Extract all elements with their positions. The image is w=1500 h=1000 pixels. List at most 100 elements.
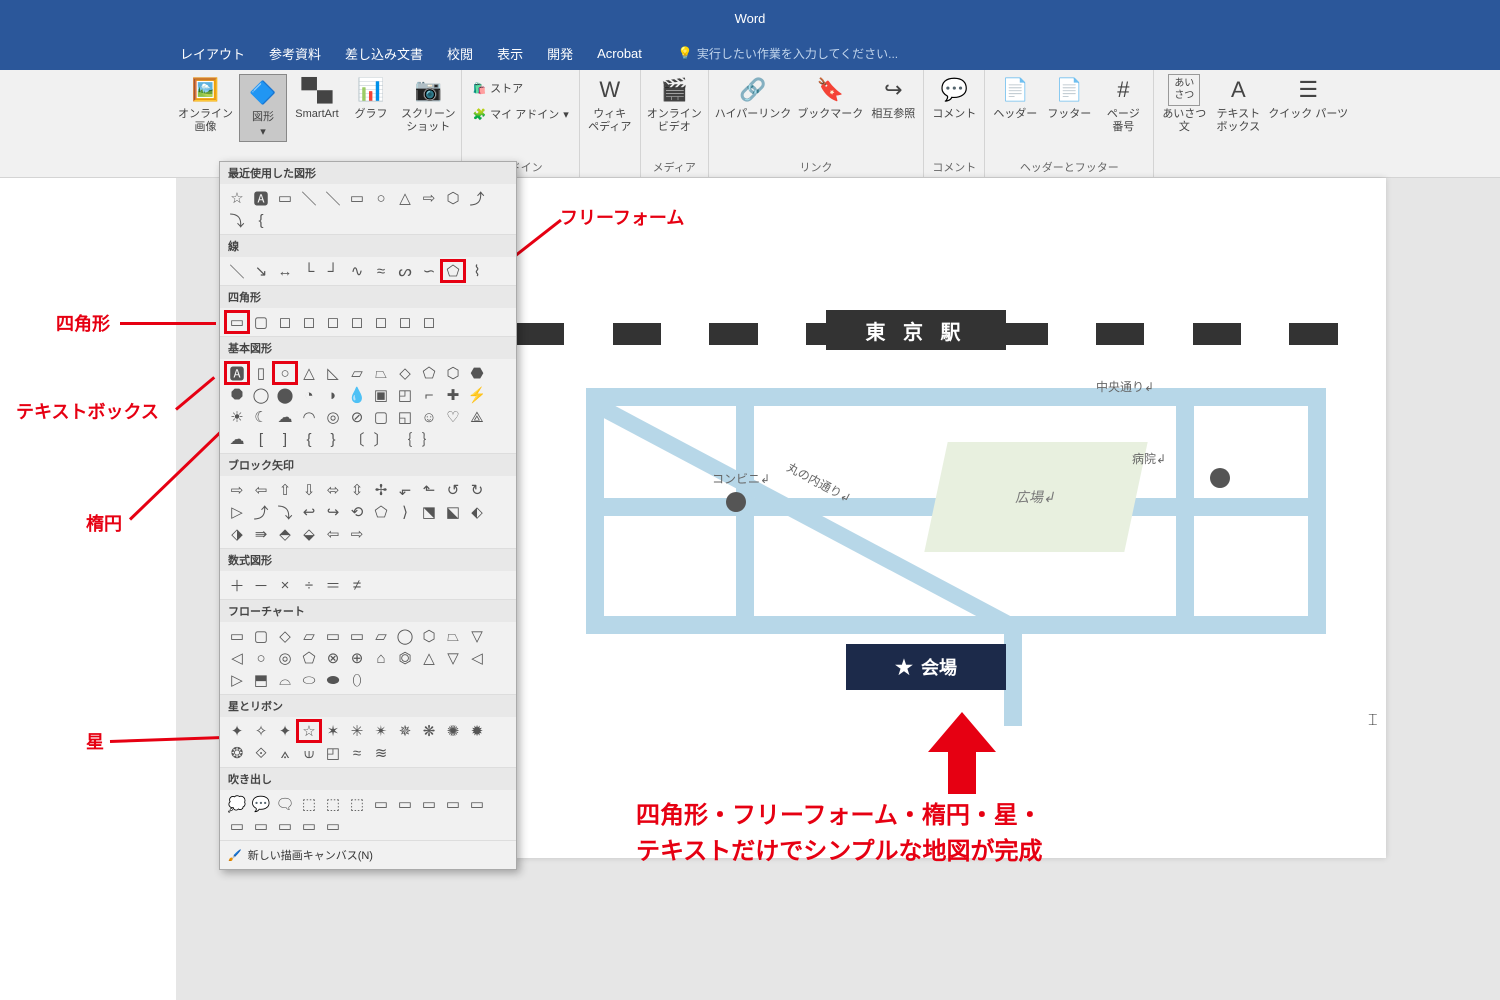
shape-lshape[interactable]: ⌐	[418, 385, 440, 405]
shape-burst[interactable]: ✧	[250, 721, 272, 741]
shape-fc[interactable]: ▱	[298, 626, 320, 646]
shape-burst[interactable]: ✦	[226, 721, 248, 741]
shape-arrow-l[interactable]: ⇦	[250, 480, 272, 500]
shape-arrow-callout[interactable]: ⬔	[418, 502, 440, 522]
shape-callout[interactable]: ▭	[226, 816, 248, 836]
shape-arrow[interactable]: ⟲	[346, 502, 368, 522]
shape-star5[interactable]: ☆	[298, 721, 320, 741]
shape-arrow-callout[interactable]: ⬗	[226, 524, 248, 544]
chart-button[interactable]: 📊グラフ	[347, 74, 395, 121]
shape-frame[interactable]: ▣	[370, 385, 392, 405]
shape-curve[interactable]: ≈	[370, 261, 392, 281]
shape-fc[interactable]: ⌂	[370, 648, 392, 668]
tab-references[interactable]: 参考資料	[269, 44, 321, 63]
shape-arrow-ud[interactable]: ⇳	[346, 480, 368, 500]
shape-fc[interactable]: ⊕	[346, 648, 368, 668]
shape-textbox[interactable]: 🅰	[226, 363, 248, 383]
smartart-button[interactable]: ▀▄SmartArt	[293, 74, 341, 121]
screenshot-button[interactable]: 📷スクリーン ショット	[401, 74, 455, 134]
shape-arrow[interactable]: ⇦	[322, 524, 344, 544]
shape-plus[interactable]: ＋	[226, 575, 248, 595]
shape-bracket[interactable]: 〔	[346, 429, 368, 449]
shape-bracket[interactable]: [	[250, 429, 272, 449]
shape-wave[interactable]: ≈	[346, 743, 368, 763]
shape-tear[interactable]: 💧	[346, 385, 368, 405]
shape-fc[interactable]: ◁	[466, 648, 488, 668]
shape-ribbon[interactable]: ⟑	[274, 743, 296, 763]
shape-fc[interactable]: ▽	[466, 626, 488, 646]
online-image-button[interactable]: 🖼️オンライン 画像	[178, 74, 233, 134]
shape-fc[interactable]: ▭	[346, 626, 368, 646]
shape-fc[interactable]: ⏥	[370, 626, 392, 646]
shape-arrow-chev[interactable]: ⟩	[394, 502, 416, 522]
shape-diamond[interactable]: ◇	[394, 363, 416, 383]
shape-roundrect[interactable]: ▢	[250, 312, 272, 332]
shape-callout[interactable]: ▭	[298, 816, 320, 836]
shape-callout[interactable]: ▭	[442, 794, 464, 814]
shape-arrow-bent[interactable]: ⬑	[418, 480, 440, 500]
shape-fc[interactable]: ◎	[274, 648, 296, 668]
shape-connector[interactable]: ⤵	[226, 210, 248, 230]
shape-sniprect[interactable]: ◻	[322, 312, 344, 332]
shape-fc[interactable]: ⬡	[418, 626, 440, 646]
shape-fc[interactable]: ⬠	[298, 648, 320, 668]
shape-moon[interactable]: ☾	[250, 407, 272, 427]
shape-hex[interactable]: ⬡	[442, 363, 464, 383]
shape-elbow[interactable]: ┘	[322, 261, 344, 281]
pagenum-button[interactable]: #ページ 番号	[1099, 74, 1147, 134]
shape-donut[interactable]: ◎	[322, 407, 344, 427]
shape-arc[interactable]: ◠	[298, 407, 320, 427]
shape-fc[interactable]: ▭	[226, 626, 248, 646]
shape-callout[interactable]: 💭	[226, 794, 248, 814]
shape-rect[interactable]: ▭	[346, 188, 368, 208]
shape-star7[interactable]: ✳	[346, 721, 368, 741]
shape-callout[interactable]: 💬	[250, 794, 272, 814]
shape-arrow-d[interactable]: ⇩	[298, 480, 320, 500]
shape-oval[interactable]: ○	[274, 363, 296, 383]
shape-cloud[interactable]: ☁	[274, 407, 296, 427]
shape-arrow-lr[interactable]: ⬄	[322, 480, 344, 500]
shape-star4[interactable]: ✦	[274, 721, 296, 741]
shape-scribble2[interactable]: ⌇	[466, 261, 488, 281]
footer-button[interactable]: 📄フッター	[1045, 74, 1093, 121]
shape-callout[interactable]: 🗨	[274, 794, 296, 814]
shape-fc[interactable]: ⌓	[274, 670, 296, 690]
shape-star12[interactable]: ❋	[418, 721, 440, 741]
tab-developer[interactable]: 開発	[547, 44, 573, 63]
shape-fc[interactable]: ⬒	[250, 670, 272, 690]
header-button[interactable]: 📄ヘッダー	[991, 74, 1039, 121]
shape-bracket[interactable]: ]	[274, 429, 296, 449]
shape-arrow[interactable]: ⇨	[346, 524, 368, 544]
tab-layout[interactable]: レイアウト	[180, 44, 245, 63]
shapes-dropdown-panel[interactable]: 最近使用した図形 ☆🅰▭＼＼▭○△⇨⬡⤴ ⤵{ 線 ＼↘↔└┘∿≈ᔕ∽⬠⌇ 四角…	[219, 161, 517, 870]
wikipedia-button[interactable]: Wウィキ ペディア	[586, 74, 634, 134]
my-addins-button[interactable]: 🧩マイ アドイン▾	[468, 104, 572, 124]
shape-arrow-callout[interactable]: ⬖	[466, 502, 488, 522]
shape-fc[interactable]: ⬭	[298, 670, 320, 690]
shape-arrow[interactable]: ⤵	[274, 502, 296, 522]
shape-tri[interactable]: △	[394, 188, 416, 208]
shape-textbox[interactable]: 🅰	[250, 188, 272, 208]
shape-arrow-bent[interactable]: ⬐	[394, 480, 416, 500]
shape-ribbon[interactable]: ⟒	[298, 743, 320, 763]
shape-star10[interactable]: ✵	[394, 721, 416, 741]
shape-sniprect[interactable]: ◻	[346, 312, 368, 332]
tab-view[interactable]: 表示	[497, 44, 523, 63]
shape-minus[interactable]: －	[250, 575, 272, 595]
shape-bolt[interactable]: ⚡	[466, 385, 488, 405]
comment-button[interactable]: 💬コメント	[930, 74, 978, 121]
shape-brace[interactable]: {	[250, 210, 272, 230]
shape-halfframe[interactable]: ◰	[394, 385, 416, 405]
shape-textbox-v[interactable]: ▭	[274, 188, 296, 208]
shape-star[interactable]: ☆	[226, 188, 248, 208]
shape-star24[interactable]: ✹	[466, 721, 488, 741]
shape-dodec[interactable]: ⬤	[274, 385, 296, 405]
shape-callout[interactable]: ⬚	[346, 794, 368, 814]
shape-callout[interactable]: ▭	[418, 794, 440, 814]
shape-line[interactable]: ＼	[322, 188, 344, 208]
shape-brace[interactable]: {	[298, 429, 320, 449]
shape-arrow-line[interactable]: ↘	[250, 261, 272, 281]
shape-star32[interactable]: ❂	[226, 743, 248, 763]
new-canvas-item[interactable]: 🖌️新しい描画キャンバス(N)	[220, 841, 516, 869]
shape-arrow-pentagon[interactable]: ⬠	[370, 502, 392, 522]
